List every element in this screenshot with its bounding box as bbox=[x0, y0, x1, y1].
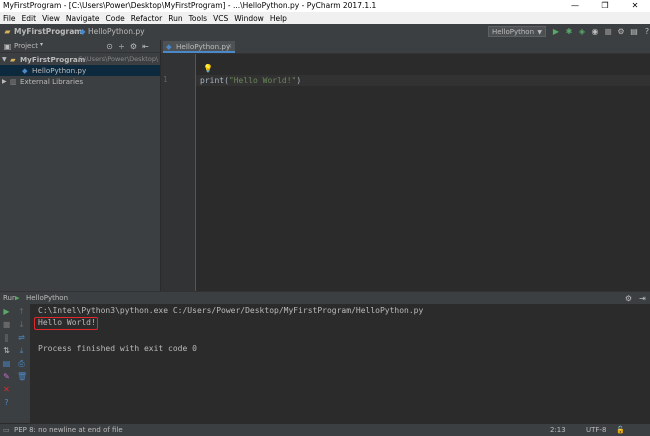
status-message: PEP 8: no newline at end of file bbox=[14, 426, 123, 434]
help-icon[interactable]: ? bbox=[2, 398, 11, 407]
coverage-icon[interactable]: ◈ bbox=[577, 26, 587, 37]
run-config-label: HelloPython bbox=[492, 28, 535, 36]
code-editor[interactable] bbox=[196, 54, 650, 291]
breadcrumb-project[interactable]: MyFirstProgram bbox=[14, 27, 82, 36]
collapse-icon[interactable]: ÷ bbox=[117, 42, 126, 51]
hide-icon[interactable]: ⇤ bbox=[141, 42, 150, 51]
breadcrumb-file[interactable]: HelloPython.py bbox=[88, 27, 145, 36]
library-icon: ▥ bbox=[10, 77, 17, 86]
run-toolbar: ▶ ↑ ■ ↓ ‖ ⇌ ⇅ ⤓ ▤ ⎙ ✎ 🗑 ✕ ? bbox=[0, 304, 30, 423]
close-icon[interactable]: ✕ bbox=[2, 385, 11, 394]
chevron-right-icon: › bbox=[73, 27, 76, 36]
menu-bar: File Edit View Navigate Code Refactor Ru… bbox=[0, 12, 650, 24]
console-icon[interactable]: ▤ bbox=[2, 359, 11, 368]
help-icon[interactable]: ? bbox=[642, 26, 650, 37]
tree-root-name: MyFirstProgram bbox=[20, 55, 86, 64]
tree-root-path: C:\Users\Power\Desktop\ bbox=[78, 55, 159, 63]
scroll-end-icon[interactable]: ⤓ bbox=[17, 346, 26, 355]
lock-icon[interactable]: 🔓 bbox=[616, 426, 625, 434]
menu-window[interactable]: Window bbox=[231, 14, 267, 23]
project-panel-title[interactable]: Project bbox=[14, 42, 38, 50]
menu-view[interactable]: View bbox=[39, 14, 63, 23]
console-output: Hello World! bbox=[38, 318, 96, 327]
code-close-paren: ) bbox=[296, 76, 302, 85]
tree-item-external-libraries[interactable]: ▶ ▥ External Libraries bbox=[0, 76, 160, 87]
python-file-icon: ◆ bbox=[79, 27, 86, 36]
debug-icon[interactable]: ✱ bbox=[564, 26, 574, 37]
menu-code[interactable]: Code bbox=[103, 14, 128, 23]
code-line-1[interactable]: print("Hello World!") bbox=[200, 75, 301, 86]
menu-edit[interactable]: Edit bbox=[19, 14, 40, 23]
up-arrow-icon[interactable]: ↑ bbox=[17, 307, 26, 316]
menu-navigate[interactable]: Navigate bbox=[63, 14, 103, 23]
minimize-button[interactable]: — bbox=[560, 0, 590, 12]
hide-icon[interactable]: ⇥ bbox=[638, 294, 647, 303]
tree-item-root[interactable]: ▼ ▰ MyFirstProgram C:\Users\Power\Deskto… bbox=[0, 54, 160, 65]
tab-label: HelloPython.py bbox=[176, 42, 231, 51]
profile-icon[interactable]: ◉ bbox=[590, 26, 600, 37]
console-command: C:\Intel\Python3\python.exe C:/Users/Pow… bbox=[38, 306, 424, 315]
project-icon: ▣ bbox=[3, 42, 12, 51]
run-panel-label: Run bbox=[3, 294, 17, 302]
editor-tab-bar: ◆ HelloPython.py ✕ bbox=[161, 40, 650, 54]
chevron-down-icon: ▼ bbox=[537, 29, 542, 36]
python-run-icon: ▸ bbox=[16, 294, 20, 302]
file-encoding[interactable]: UTF-8 bbox=[586, 426, 606, 434]
console-finished: Process finished with exit code 0 bbox=[38, 344, 197, 353]
trash-icon[interactable]: 🗑 bbox=[17, 372, 27, 381]
run-config-tab[interactable]: HelloPython bbox=[26, 294, 68, 302]
gear-icon[interactable]: ⚙ bbox=[129, 42, 138, 51]
stop-icon[interactable]: ■ bbox=[2, 320, 11, 329]
print-icon[interactable]: ⎙ bbox=[17, 359, 26, 368]
navigation-bar: ▰ MyFirstProgram › ◆ HelloPython.py Hell… bbox=[0, 24, 650, 41]
python-file-icon: ◆ bbox=[166, 42, 172, 51]
menu-run[interactable]: Run bbox=[165, 14, 185, 23]
lightbulb-icon[interactable]: 💡 bbox=[203, 64, 213, 73]
stop-icon[interactable]: ■ bbox=[603, 26, 613, 37]
code-print-call: print( bbox=[200, 76, 229, 85]
settings-icon[interactable]: ⚙ bbox=[616, 26, 626, 37]
folder-icon: ▰ bbox=[10, 55, 16, 64]
run-console[interactable]: C:\Intel\Python3\python.exe C:/Users/Pow… bbox=[31, 304, 650, 423]
editor-gutter: 1 bbox=[161, 54, 196, 291]
pin-icon[interactable]: ✎ bbox=[2, 372, 11, 381]
run-icon[interactable]: ▶ bbox=[551, 26, 561, 37]
restore-button[interactable]: ❐ bbox=[590, 0, 620, 12]
chevron-down-icon: ▼ bbox=[2, 56, 7, 63]
python-file-icon: ◆ bbox=[22, 66, 28, 75]
cursor-position[interactable]: 2:13 bbox=[550, 426, 566, 434]
menu-vcs[interactable]: VCS bbox=[210, 14, 231, 23]
rerun-icon[interactable]: ▶ bbox=[2, 307, 11, 316]
window-title-bar: MyFirstProgram - [C:\Users\Power\Desktop… bbox=[0, 0, 650, 12]
window-title: MyFirstProgram - [C:\Users\Power\Desktop… bbox=[3, 1, 377, 10]
folder-icon: ▰ bbox=[4, 27, 11, 36]
status-bar: ▭ PEP 8: no newline at end of file 2:13 … bbox=[0, 423, 650, 436]
menu-file[interactable]: File bbox=[0, 14, 19, 23]
tab-hellopython[interactable]: ◆ HelloPython.py ✕ bbox=[163, 41, 235, 53]
status-layout-icon[interactable]: ▭ bbox=[3, 426, 10, 434]
line-number: 1 bbox=[163, 75, 168, 84]
tree-file-name: HelloPython.py bbox=[32, 66, 87, 75]
tree-item-file[interactable]: ◆ HelloPython.py bbox=[0, 65, 160, 76]
close-button[interactable]: ✕ bbox=[620, 0, 650, 12]
run-panel-header: Run ▸ HelloPython ⚙ ⇥ bbox=[0, 291, 650, 304]
restore-layout-icon[interactable]: ⇅ bbox=[2, 346, 11, 355]
menu-refactor[interactable]: Refactor bbox=[128, 14, 165, 23]
wrap-icon[interactable]: ⇌ bbox=[17, 333, 26, 342]
down-arrow-icon[interactable]: ↓ bbox=[17, 320, 26, 329]
chevron-down-icon[interactable]: ▾ bbox=[40, 41, 43, 48]
target-icon[interactable]: ⊙ bbox=[105, 42, 114, 51]
close-icon[interactable]: ✕ bbox=[227, 41, 232, 52]
gear-icon[interactable]: ⚙ bbox=[624, 294, 633, 303]
structure-icon[interactable]: ▤ bbox=[629, 26, 639, 37]
code-string: "Hello World!" bbox=[228, 76, 297, 85]
project-tree: ▼ ▰ MyFirstProgram C:\Users\Power\Deskto… bbox=[0, 53, 160, 291]
chevron-right-icon: ▶ bbox=[2, 78, 7, 85]
menu-help[interactable]: Help bbox=[267, 14, 290, 23]
project-panel-header: ▣ Project ▾ ⊙ ÷ ⚙ ⇤ bbox=[0, 40, 160, 53]
run-config-select[interactable]: HelloPython ▼ bbox=[488, 26, 546, 37]
pause-icon[interactable]: ‖ bbox=[2, 333, 11, 342]
tree-external-label: External Libraries bbox=[20, 77, 84, 86]
menu-tools[interactable]: Tools bbox=[186, 14, 210, 23]
